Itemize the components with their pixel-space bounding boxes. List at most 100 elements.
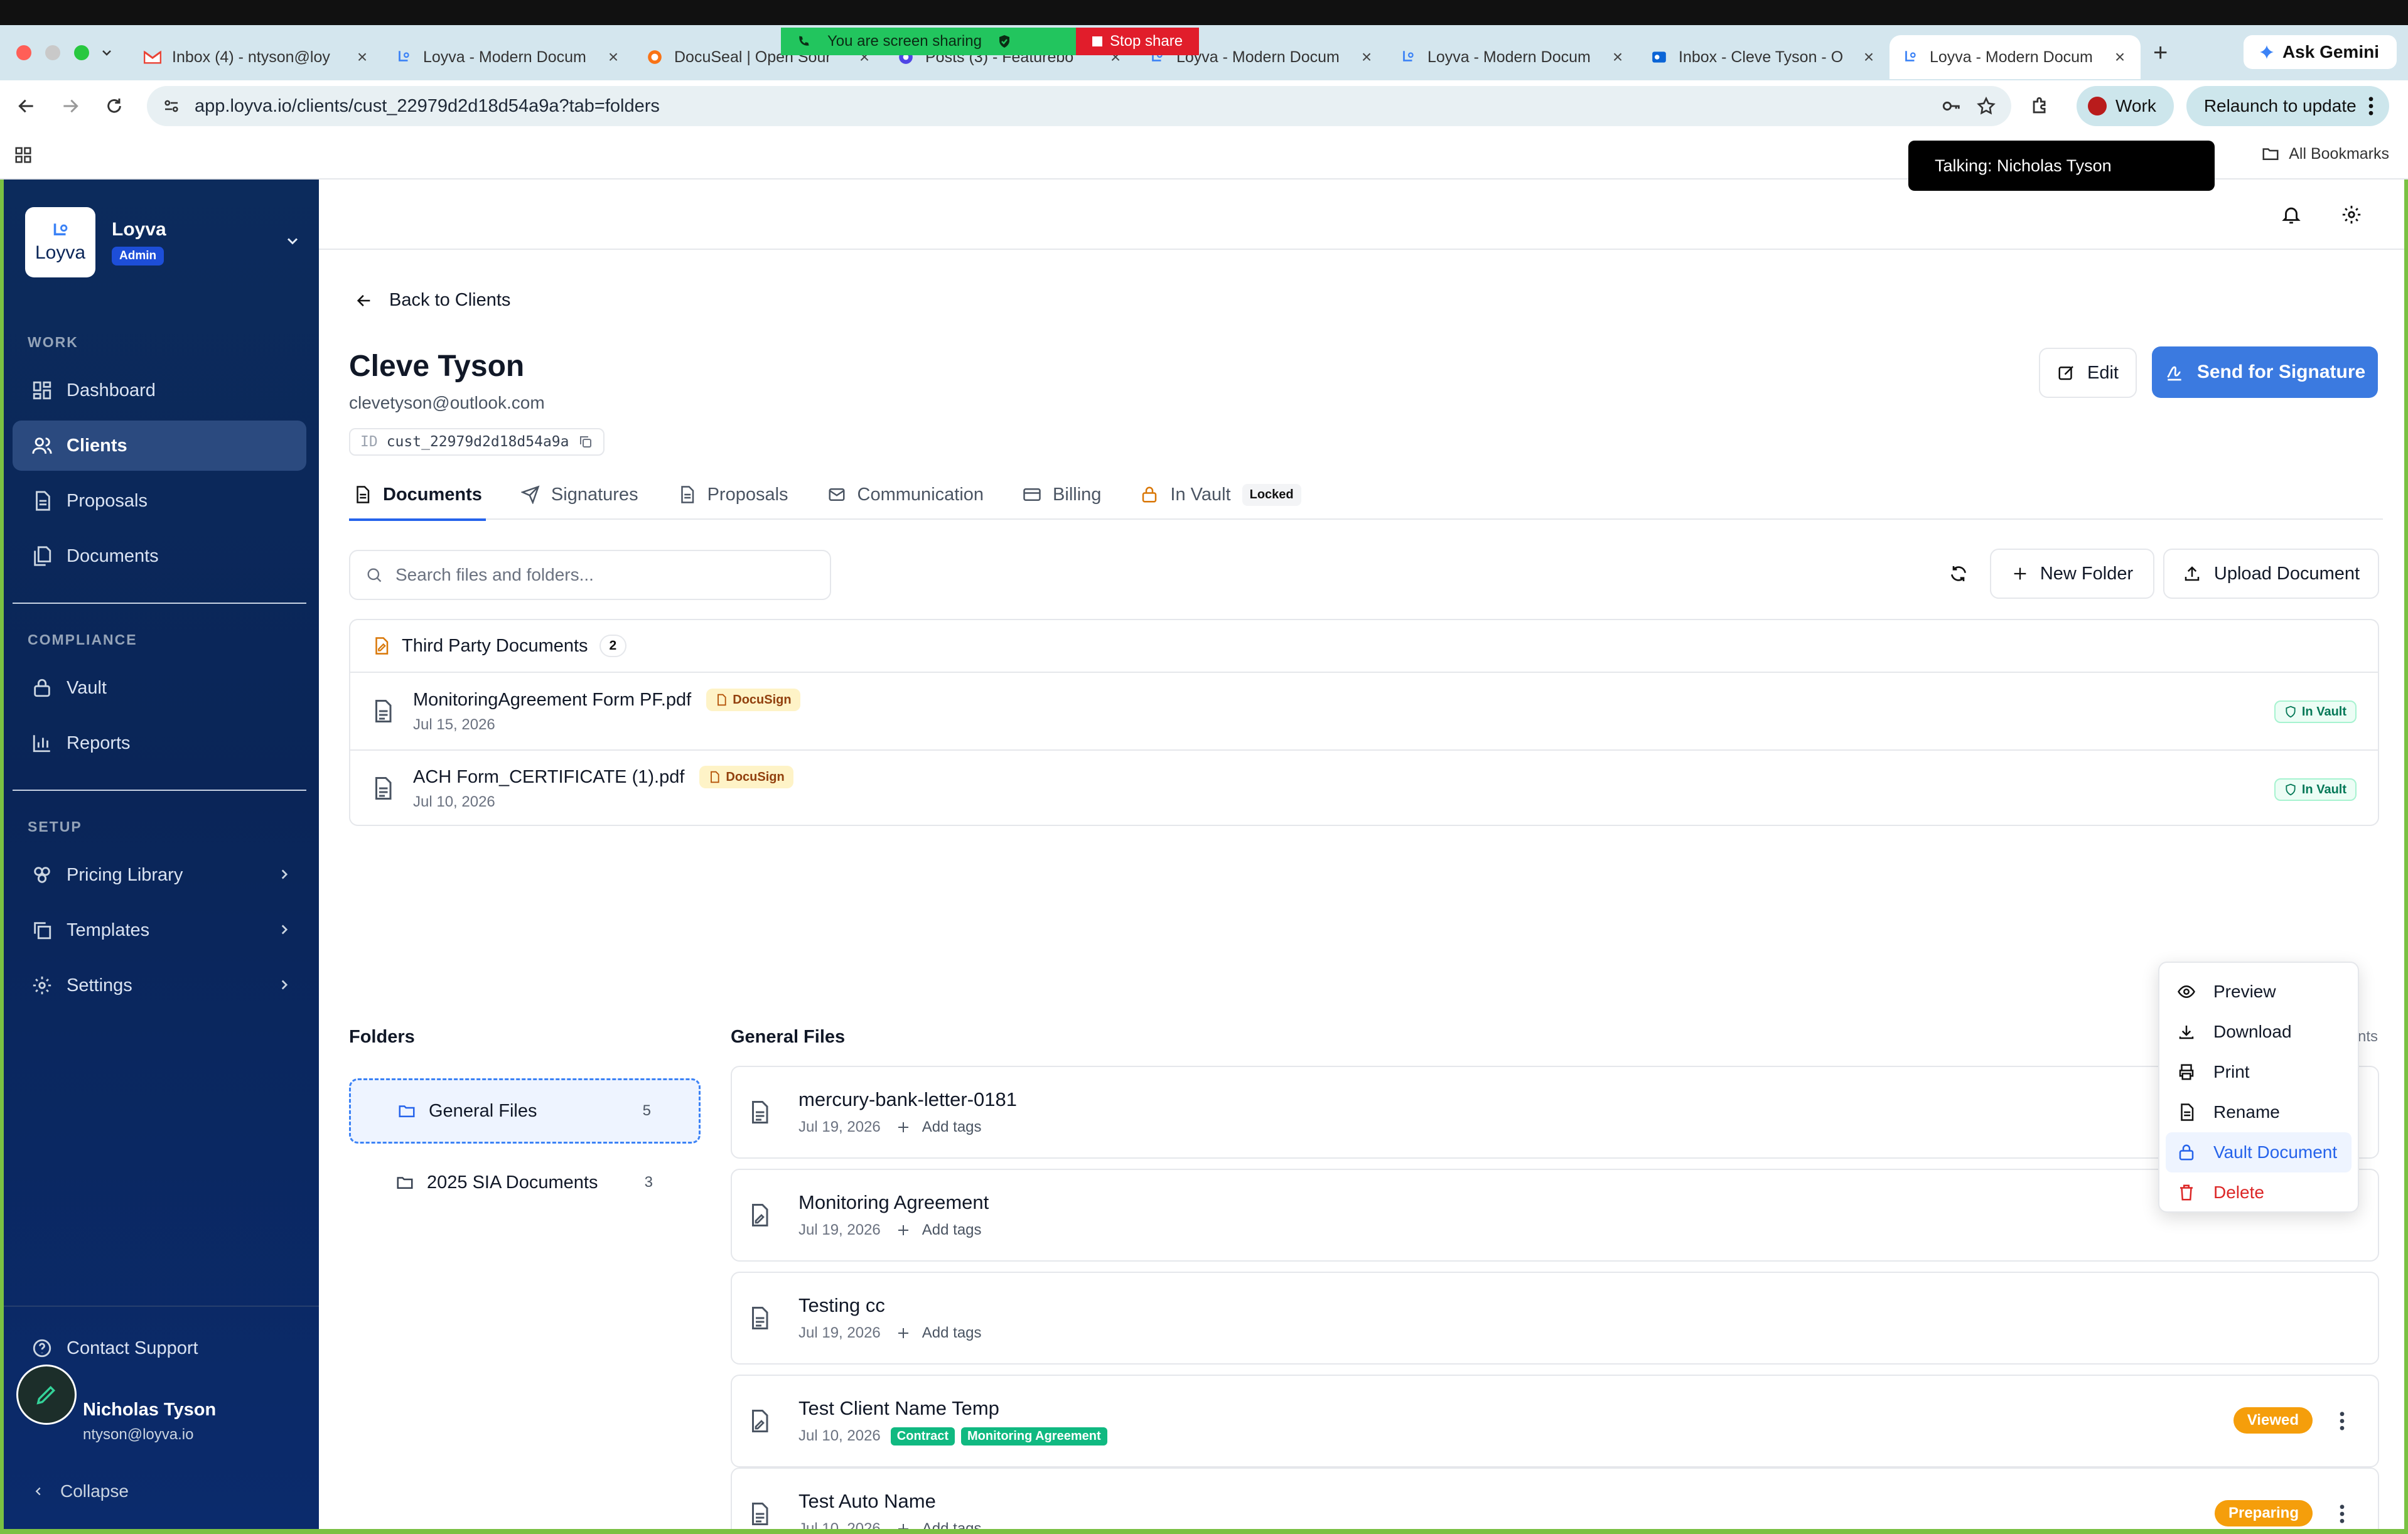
collapse-sidebar-button[interactable]: Collapse xyxy=(31,1481,129,1501)
menu-item-preview[interactable]: Preview xyxy=(2166,972,2352,1012)
new-tab-button[interactable]: + xyxy=(2153,39,2168,67)
stop-share-button[interactable]: Stop share xyxy=(1076,28,1200,55)
settings-button[interactable] xyxy=(2339,202,2364,227)
browser-tab-title: Loyva - Modern Docum xyxy=(1427,48,1591,66)
section-label-work: WORK xyxy=(28,334,78,350)
tab-in-vault[interactable]: In Vault Locked xyxy=(1136,469,1304,520)
url-text[interactable]: app.loyva.io/clients/cust_22979d2d18d54a… xyxy=(195,96,1927,117)
browser-tab[interactable]: Loyva - Modern Docum × xyxy=(383,35,634,79)
lock-icon xyxy=(1142,486,1157,503)
close-icon[interactable]: × xyxy=(1357,47,1376,67)
sidebar-item-proposals[interactable]: Proposals xyxy=(13,476,306,526)
tab-communication-label: Communication xyxy=(857,484,984,505)
menu-item-download[interactable]: Download xyxy=(2166,1012,2352,1052)
address-bar-row: app.loyva.io/clients/cust_22979d2d18d54a… xyxy=(0,80,2408,132)
close-icon[interactable]: × xyxy=(353,47,372,67)
browser-tab[interactable]: Loyva - Modern Docum × xyxy=(1889,35,2141,79)
refresh-icon xyxy=(1951,566,1966,581)
tab-billing[interactable]: Billing xyxy=(1019,469,1105,520)
send-for-signature-button[interactable]: Send for Signature xyxy=(2152,346,2378,398)
file-row[interactable]: Monitoring Agreement Jul 19, 2026 Add tags xyxy=(731,1169,2379,1262)
sidebar-item-templates[interactable]: Templates xyxy=(13,905,306,955)
more-actions-button[interactable] xyxy=(2333,1501,2352,1526)
annotation-pen-button[interactable] xyxy=(16,1365,77,1425)
refresh-button[interactable] xyxy=(1938,554,1979,594)
profile-button[interactable]: Work xyxy=(2077,86,2174,126)
relaunch-button[interactable]: Relaunch to update xyxy=(2186,86,2389,126)
app-window: Loyva Loyva Admin WORK Dashboard Clients… xyxy=(0,180,2408,1534)
add-tags-button[interactable]: Add tags xyxy=(896,1221,982,1239)
file-tag[interactable]: Contract xyxy=(890,1427,955,1446)
tab-search-button[interactable] xyxy=(94,40,119,65)
menu-label: Download xyxy=(2213,1022,2292,1041)
tab-proposals[interactable]: Proposals xyxy=(674,469,792,520)
tab-signatures[interactable]: Signatures xyxy=(517,469,642,520)
sidebar-item-dashboard[interactable]: Dashboard xyxy=(13,365,306,416)
add-tags-button[interactable]: Add tags xyxy=(896,1118,982,1136)
main-content: Back to Clients Cleve Tyson clevetyson@o… xyxy=(319,180,2404,1534)
browser-tab[interactable]: Inbox - Cleve Tyson - O × xyxy=(1638,35,1889,79)
new-folder-button[interactable]: New Folder xyxy=(1990,549,2154,599)
third-party-row[interactable]: MonitoringAgreement Form PF.pdf DocuSign J… xyxy=(350,673,2378,749)
file-row[interactable]: Test Client Name Temp Jul 10, 2026 Contrac… xyxy=(731,1375,2379,1467)
browser-tab[interactable]: Loyva - Modern Docum × xyxy=(1387,35,1638,79)
edit-client-button[interactable]: Edit xyxy=(2039,348,2137,398)
close-window-button[interactable] xyxy=(16,45,31,60)
file-row[interactable]: Testing cc Jul 19, 2026 Add tags xyxy=(731,1272,2379,1365)
site-settings-icon[interactable] xyxy=(162,97,181,115)
forward-button[interactable] xyxy=(53,88,88,124)
extensions-button[interactable] xyxy=(2029,95,2051,117)
maximize-window-button[interactable] xyxy=(74,45,89,60)
back-button[interactable] xyxy=(9,88,44,124)
more-vertical-icon xyxy=(2340,1412,2345,1430)
url-bar[interactable]: app.loyva.io/clients/cust_22979d2d18d54a… xyxy=(147,86,2011,126)
menu-label: Vault Document xyxy=(2213,1142,2338,1162)
file-tag[interactable]: Monitoring Agreement xyxy=(961,1427,1107,1446)
section-label-setup: SETUP xyxy=(28,818,82,835)
file-row[interactable]: Test Auto Name Jul 10, 2026 Add tags Prepar… xyxy=(731,1467,2379,1534)
sidebar-item-clients[interactable]: Clients xyxy=(13,421,306,471)
sidebar-item-pricing-library[interactable]: Pricing Library xyxy=(13,850,306,900)
key-icon[interactable] xyxy=(1941,95,1962,117)
apps-button[interactable] xyxy=(14,146,33,164)
sidebar-item-vault[interactable]: Vault xyxy=(13,663,306,713)
file-date: Jul 19, 2026 xyxy=(798,1118,881,1135)
close-icon[interactable]: × xyxy=(604,47,623,67)
browser-tab[interactable]: Inbox (4) - ntyson@loy × xyxy=(132,35,383,79)
menu-item-vault-document[interactable]: Vault Document xyxy=(2166,1132,2352,1172)
close-icon[interactable]: × xyxy=(1859,47,1878,67)
close-icon[interactable]: × xyxy=(2110,47,2129,67)
chevron-down-icon xyxy=(287,238,298,245)
folder-item-2025-sia-documents[interactable]: 2025 SIA Documents 3 xyxy=(349,1150,701,1215)
search-input[interactable]: Search files and folders... xyxy=(349,550,831,600)
ask-gemini-button[interactable]: Ask Gemini xyxy=(2243,35,2397,69)
user-name[interactable]: Nicholas Tyson xyxy=(83,1400,216,1420)
arrow-left-icon xyxy=(18,99,33,113)
file-row[interactable]: mercury-bank-letter-0181 Jul 19, 2026 Add … xyxy=(731,1066,2379,1159)
copy-icon[interactable] xyxy=(578,434,593,449)
sidebar-item-reports[interactable]: Reports xyxy=(13,718,306,768)
add-tags-button[interactable]: Add tags xyxy=(896,1324,982,1342)
workspace-switcher[interactable]: Loyva Loyva Admin xyxy=(25,207,301,277)
tab-communication[interactable]: Communication xyxy=(824,469,987,520)
sidebar-item-settings[interactable]: Settings xyxy=(13,960,306,1011)
upload-document-button[interactable]: Upload Document xyxy=(2163,549,2379,599)
minimize-window-button[interactable] xyxy=(45,45,60,60)
menu-item-print[interactable]: Print xyxy=(2166,1052,2352,1092)
tab-documents[interactable]: Documents xyxy=(349,469,486,521)
close-icon[interactable]: × xyxy=(1608,47,1627,67)
sidebar-item-documents[interactable]: Documents xyxy=(13,531,306,581)
reload-button[interactable] xyxy=(97,88,132,124)
back-to-clients-link[interactable]: Back to Clients xyxy=(355,290,510,311)
star-icon[interactable] xyxy=(1976,96,1996,116)
folder-item-general-files[interactable]: General Files 5 xyxy=(349,1078,701,1144)
menu-item-delete[interactable]: Delete xyxy=(2166,1172,2352,1213)
files-icon xyxy=(34,546,51,566)
notifications-button[interactable] xyxy=(2279,202,2304,227)
screen-share-status: You are screen sharing xyxy=(781,28,1076,55)
all-bookmarks-button[interactable]: All Bookmarks xyxy=(2261,144,2389,163)
third-party-row[interactable]: ACH Form_CERTIFICATE (1).pdf DocuSign Jul … xyxy=(350,749,2378,826)
menu-item-rename[interactable]: Rename xyxy=(2166,1092,2352,1132)
more-actions-button[interactable] xyxy=(2333,1408,2352,1434)
docusign-badge: DocuSign xyxy=(706,689,800,711)
